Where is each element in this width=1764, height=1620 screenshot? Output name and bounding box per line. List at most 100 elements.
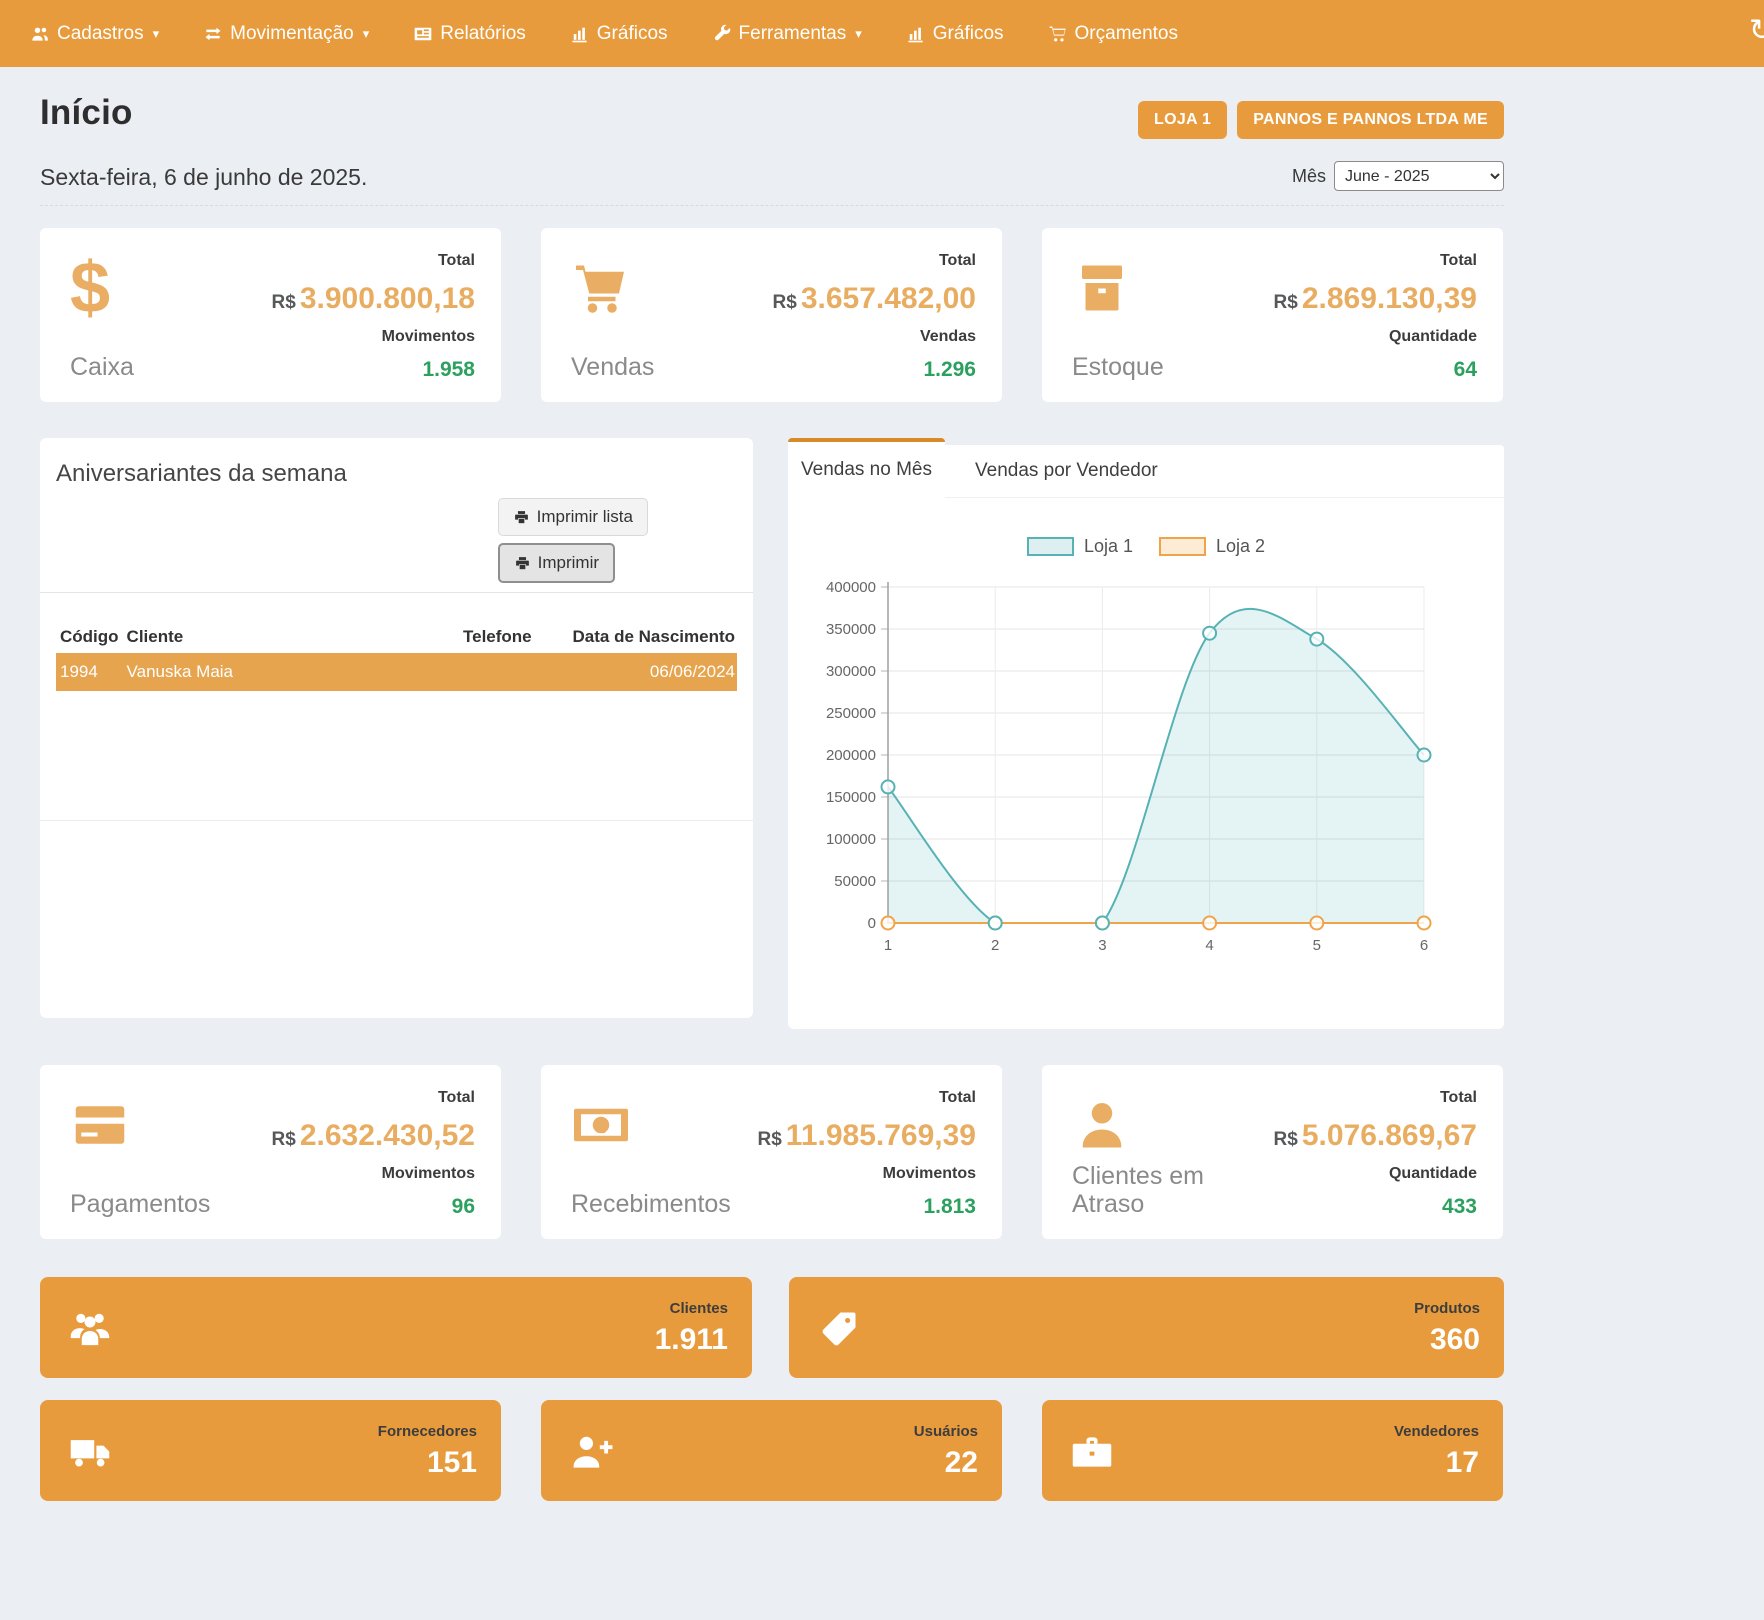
svg-text:50000: 50000 bbox=[834, 873, 876, 890]
cart-icon bbox=[1048, 24, 1068, 44]
banner-label: Usuários bbox=[914, 1423, 978, 1440]
svg-text:1: 1 bbox=[884, 937, 892, 954]
card-title: Clientes em Atraso bbox=[1072, 1162, 1222, 1220]
chart-legend: Loja 1 Loja 2 bbox=[788, 536, 1504, 557]
nav-item-ferramentas[interactable]: Ferramentas ▾ bbox=[712, 23, 862, 45]
total-value: R$2.869.130,39 bbox=[1274, 282, 1477, 316]
banner-value: 360 bbox=[1414, 1323, 1480, 1357]
nav-item-cadastros[interactable]: Cadastros ▾ bbox=[30, 23, 159, 45]
month-label: Mês bbox=[1292, 166, 1326, 187]
birthdays-table: Código Cliente Telefone Data de Nascimen… bbox=[56, 621, 737, 691]
chevron-down-icon: ▾ bbox=[855, 26, 862, 42]
store-button[interactable]: LOJA 1 bbox=[1138, 101, 1227, 139]
credit-card-icon bbox=[70, 1089, 210, 1161]
refresh-icon[interactable]: ↻ bbox=[1749, 16, 1764, 46]
total-label: Total bbox=[272, 252, 475, 270]
sales-line-chart: 0500001000001500002000002500003000003500… bbox=[788, 563, 1464, 983]
fornecedores-banner[interactable]: Fornecedores 151 bbox=[40, 1400, 501, 1501]
nav-item-label: Gráficos bbox=[933, 23, 1004, 45]
loja2-swatch bbox=[1159, 537, 1206, 556]
nav-item-relatorios[interactable]: Relatórios bbox=[413, 23, 526, 45]
printer-icon bbox=[514, 555, 531, 572]
banner-value: 1.911 bbox=[655, 1323, 728, 1357]
print-list-button[interactable]: Imprimir lista bbox=[498, 498, 648, 536]
count-label: Quantidade bbox=[1274, 1165, 1477, 1183]
table-row[interactable]: 1994 Vanuska Maia 06/06/2024 bbox=[56, 653, 737, 691]
total-label: Total bbox=[272, 1089, 475, 1107]
card-title: Vendas bbox=[571, 353, 654, 382]
usuarios-banner[interactable]: Usuários 22 bbox=[541, 1400, 1002, 1501]
report-icon bbox=[413, 24, 433, 44]
dollar-icon: $ bbox=[70, 252, 134, 324]
caixa-card: $ Caixa Total R$3.900.800,18 Movimentos … bbox=[40, 228, 501, 402]
banner-value: 22 bbox=[914, 1446, 978, 1480]
card-title: Pagamentos bbox=[70, 1190, 210, 1219]
svg-text:250000: 250000 bbox=[826, 705, 876, 722]
print-button[interactable]: Imprimir bbox=[498, 543, 615, 583]
nav-item-movimentacao[interactable]: Movimentação ▾ bbox=[203, 23, 369, 45]
total-value: R$2.632.430,52 bbox=[272, 1119, 475, 1153]
svg-text:5: 5 bbox=[1313, 937, 1321, 954]
count-value: 64 bbox=[1274, 358, 1477, 382]
chevron-down-icon: ▾ bbox=[363, 26, 370, 42]
page-header: Início LOJA 1 PANNOS E PANNOS LTDA ME bbox=[40, 93, 1504, 139]
users-group-icon bbox=[68, 1307, 112, 1351]
tab-vendas-no-mes[interactable]: Vendas no Mês bbox=[788, 438, 945, 498]
banner-label: Produtos bbox=[1414, 1300, 1480, 1317]
column-header-codigo: Código bbox=[56, 621, 123, 653]
banner-label: Vendedores bbox=[1394, 1423, 1479, 1440]
column-header-nascimento: Data de Nascimento bbox=[559, 621, 737, 653]
legend-item-loja2[interactable]: Loja 2 bbox=[1159, 536, 1265, 557]
clientes-banner[interactable]: Clientes 1.911 bbox=[40, 1277, 752, 1378]
nav-item-label: Ferramentas bbox=[739, 23, 847, 45]
company-button[interactable]: PANNOS E PANNOS LTDA ME bbox=[1237, 101, 1504, 139]
banknote-icon: 1 bbox=[571, 1089, 721, 1161]
cell-cliente: Vanuska Maia bbox=[123, 653, 459, 691]
bar-chart-icon bbox=[570, 24, 590, 44]
card-title: Caixa bbox=[70, 353, 134, 382]
svg-text:0: 0 bbox=[868, 915, 876, 932]
count-label: Vendas bbox=[773, 328, 976, 346]
clientes-atraso-card: Clientes em Atraso Total R$5.076.869,67 … bbox=[1042, 1065, 1503, 1239]
users-icon bbox=[30, 24, 50, 44]
cart-icon bbox=[571, 252, 654, 324]
top-navbar: Cadastros ▾ Movimentação ▾ Relatórios Gr… bbox=[0, 0, 1764, 67]
legend-item-loja1[interactable]: Loja 1 bbox=[1027, 536, 1133, 557]
loja1-swatch bbox=[1027, 537, 1074, 556]
count-value: 1.296 bbox=[773, 358, 976, 382]
banner-value: 17 bbox=[1394, 1446, 1479, 1480]
nav-item-graficos-1[interactable]: Gráficos bbox=[570, 23, 668, 45]
briefcase-icon bbox=[1070, 1430, 1114, 1474]
svg-text:3: 3 bbox=[1098, 937, 1106, 954]
printer-icon bbox=[513, 509, 530, 526]
total-value: R$3.657.482,00 bbox=[773, 282, 976, 316]
truck-icon bbox=[68, 1430, 112, 1474]
nav-item-label: Movimentação bbox=[230, 23, 354, 45]
count-value: 433 bbox=[1274, 1195, 1477, 1219]
cell-telefone bbox=[459, 653, 559, 691]
count-value: 1.813 bbox=[758, 1195, 977, 1219]
bar-chart-icon bbox=[906, 24, 926, 44]
banner-value: 151 bbox=[378, 1446, 477, 1480]
produtos-banner[interactable]: Produtos 360 bbox=[789, 1277, 1504, 1378]
nav-item-orcamentos[interactable]: Orçamentos bbox=[1048, 23, 1178, 45]
nav-item-label: Orçamentos bbox=[1075, 23, 1178, 45]
total-value: R$5.076.869,67 bbox=[1274, 1119, 1477, 1153]
svg-text:6: 6 bbox=[1420, 937, 1428, 954]
nav-item-graficos-2[interactable]: Gráficos bbox=[906, 23, 1004, 45]
month-select[interactable]: June - 2025 bbox=[1334, 161, 1504, 191]
svg-text:1: 1 bbox=[596, 1119, 605, 1137]
total-value: R$11.985.769,39 bbox=[758, 1119, 977, 1153]
tag-icon bbox=[817, 1307, 861, 1351]
column-header-telefone: Telefone bbox=[459, 621, 559, 653]
vendedores-banner[interactable]: Vendedores 17 bbox=[1042, 1400, 1503, 1501]
tab-vendas-por-vendedor[interactable]: Vendas por Vendedor bbox=[975, 460, 1158, 482]
count-value: 96 bbox=[272, 1195, 475, 1219]
user-plus-icon bbox=[569, 1430, 613, 1474]
sales-panel: Vendas no Mês Vendas por Vendedor Loja 1… bbox=[788, 438, 1504, 1029]
nav-item-label: Relatórios bbox=[440, 23, 526, 45]
column-header-cliente: Cliente bbox=[123, 621, 459, 653]
exchange-icon bbox=[203, 24, 223, 44]
cell-codigo: 1994 bbox=[56, 653, 123, 691]
svg-text:400000: 400000 bbox=[826, 579, 876, 596]
